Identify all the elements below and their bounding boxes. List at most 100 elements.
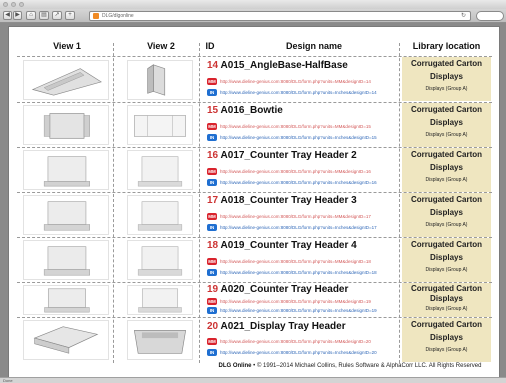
design-title[interactable]: 17 A018_Counter Tray Header 3 (207, 195, 357, 206)
mm-badge: MM (207, 213, 217, 221)
mm-link-row[interactable]: MM http://www.dieline-genius.com:8080/DLG… (207, 78, 371, 86)
design-title[interactable]: 20 A021_Display Tray Header (207, 321, 346, 332)
in-link[interactable]: http://www.dieline-genius.com:8080/DLG/f… (220, 180, 377, 185)
forward-button[interactable]: ▶ (13, 11, 22, 20)
library-subcategory: Displays (430, 253, 463, 262)
library-subcategory: Displays (430, 208, 463, 217)
library-category: Corrugated Carton (410, 284, 483, 293)
design-view-2-image[interactable] (127, 285, 193, 315)
in-link[interactable]: http://www.dieline-genius.com:8080/DLG/f… (220, 350, 377, 355)
design-title[interactable]: 16 A017_Counter Tray Header 2 (207, 150, 357, 161)
design-title[interactable]: 19 A020_Counter Tray Header (207, 284, 348, 295)
mm-link[interactable]: http://www.dieline-genius.com:8080/DLG/f… (220, 339, 371, 344)
library-category: Corrugated Carton (410, 150, 483, 159)
library-category: Corrugated Carton (410, 195, 483, 204)
library-group: Displays (Group A) (425, 86, 468, 92)
in-link[interactable]: http://www.dieline-genius.com:8080/DLG/f… (220, 225, 377, 230)
design-view-1-image[interactable] (23, 320, 109, 360)
in-link[interactable]: http://www.dieline-genius.com:8080/DLG/f… (220, 135, 377, 140)
in-link-row[interactable]: IN http://www.dieline-genius.com:8080/DLG… (207, 224, 377, 232)
title-bar (0, 0, 506, 9)
design-view-2-image[interactable] (127, 240, 193, 280)
in-link-row[interactable]: IN http://www.dieline-genius.com:8080/DLG… (207, 89, 377, 97)
design-view-1-image[interactable] (23, 285, 109, 315)
mm-link-row[interactable]: MM http://www.dieline-genius.com:8080/DLG… (207, 168, 371, 176)
design-view-2-image[interactable] (127, 150, 193, 190)
design-title[interactable]: 14 A015_AngleBase-HalfBase (207, 60, 348, 71)
footer-copyright: • © 1991–2014 Michael Collins, Rules Sof… (251, 363, 482, 369)
design-name: A017_Counter Tray Header 2 (220, 150, 357, 161)
mm-link[interactable]: http://www.dieline-genius.com:8080/DLG/f… (220, 299, 371, 304)
share-button[interactable]: ↗ (52, 11, 62, 20)
mm-badge: MM (207, 123, 217, 131)
mm-link-row[interactable]: MM http://www.dieline-genius.com:8080/DLG… (207, 123, 371, 131)
add-tab-button[interactable]: + (65, 11, 75, 20)
design-view-1-image[interactable] (23, 195, 109, 235)
design-view-1-image[interactable] (23, 105, 109, 145)
mm-badge: MM (207, 168, 217, 176)
library-group: Displays (Group A) (425, 177, 468, 183)
mm-link[interactable]: http://www.dieline-genius.com:8080/DLG/f… (220, 79, 371, 84)
header-id: ID (205, 41, 215, 51)
zoom-window-button[interactable] (19, 2, 24, 7)
header-library-location: Library location (412, 41, 481, 51)
mm-badge: MM (207, 78, 217, 86)
design-id: 19 (207, 284, 219, 295)
design-view-2-image[interactable] (127, 60, 193, 100)
back-button[interactable]: ◀ (3, 11, 12, 20)
in-link-row[interactable]: IN http://www.dieline-genius.com:8080/DLG… (207, 349, 377, 357)
header-view-2: View 2 (147, 41, 175, 51)
close-window-button[interactable] (3, 2, 8, 7)
design-view-1-image[interactable] (23, 150, 109, 190)
in-link[interactable]: http://www.dieline-genius.com:8080/DLG/f… (220, 270, 377, 275)
mm-link-row[interactable]: MM http://www.dieline-genius.com:8080/DLG… (207, 298, 371, 306)
in-link[interactable]: http://www.dieline-genius.com:8080/DLG/f… (220, 308, 377, 313)
in-badge: IN (207, 307, 217, 315)
library-category: Corrugated Carton (410, 59, 483, 68)
design-title[interactable]: 15 A016_Bowtie (207, 105, 283, 116)
design-id: 17 (207, 195, 219, 206)
column-divider (399, 43, 400, 363)
design-view-1-image[interactable] (23, 60, 109, 100)
design-title[interactable]: 18 A019_Counter Tray Header 4 (207, 240, 357, 251)
library-location-cell: Corrugated Carton Displays Displays (Gro… (402, 193, 491, 237)
bookmarks-button[interactable]: ▤ (39, 11, 49, 20)
header-view-1: View 1 (53, 41, 81, 51)
window-controls (3, 2, 24, 7)
mm-link[interactable]: http://www.dieline-genius.com:8080/DLG/f… (220, 124, 371, 129)
design-view-2-image[interactable] (127, 195, 193, 235)
mm-link-row[interactable]: MM http://www.dieline-genius.com:8080/DLG… (207, 258, 371, 266)
in-link[interactable]: http://www.dieline-genius.com:8080/DLG/f… (220, 90, 377, 95)
minimize-window-button[interactable] (11, 2, 16, 7)
in-badge: IN (207, 349, 217, 357)
design-table-page: View 1 View 2 ID Design name Library loc… (8, 26, 500, 377)
mm-badge: MM (207, 338, 217, 346)
in-badge: IN (207, 224, 217, 232)
address-bar[interactable]: DLG/dlgonline ↻ (89, 11, 471, 21)
mm-link[interactable]: http://www.dieline-genius.com:8080/DLG/f… (220, 214, 371, 219)
mm-link-row[interactable]: MM http://www.dieline-genius.com:8080/DLG… (207, 338, 371, 346)
reload-icon[interactable]: ↻ (461, 12, 466, 19)
mm-link-row[interactable]: MM http://www.dieline-genius.com:8080/DLG… (207, 213, 371, 221)
in-link-row[interactable]: IN http://www.dieline-genius.com:8080/DLG… (207, 134, 377, 142)
in-link-row[interactable]: IN http://www.dieline-genius.com:8080/DLG… (207, 179, 377, 187)
library-group: Displays (Group A) (425, 222, 468, 228)
design-view-2-image[interactable] (127, 105, 193, 145)
mm-link[interactable]: http://www.dieline-genius.com:8080/DLG/f… (220, 259, 371, 264)
in-link-row[interactable]: IN http://www.dieline-genius.com:8080/DLG… (207, 269, 377, 277)
in-badge: IN (207, 89, 217, 97)
library-category: Corrugated Carton (410, 320, 483, 329)
mm-link[interactable]: http://www.dieline-genius.com:8080/DLG/f… (220, 169, 371, 174)
in-link-row[interactable]: IN http://www.dieline-genius.com:8080/DLG… (207, 307, 377, 315)
library-location-cell: Corrugated Carton Displays Displays (Gro… (402, 148, 491, 192)
home-button[interactable]: ⌂ (26, 11, 36, 20)
design-name: A015_AngleBase-HalfBase (220, 60, 348, 71)
library-subcategory: Displays (430, 118, 463, 127)
design-view-2-image[interactable] (127, 320, 193, 360)
search-field[interactable] (476, 11, 504, 21)
design-view-1-image[interactable] (23, 240, 109, 280)
design-name: A021_Display Tray Header (220, 321, 346, 332)
plus-icon: + (68, 12, 72, 18)
footer-brand: DLG Online (218, 363, 252, 369)
library-category: Corrugated Carton (410, 240, 483, 249)
